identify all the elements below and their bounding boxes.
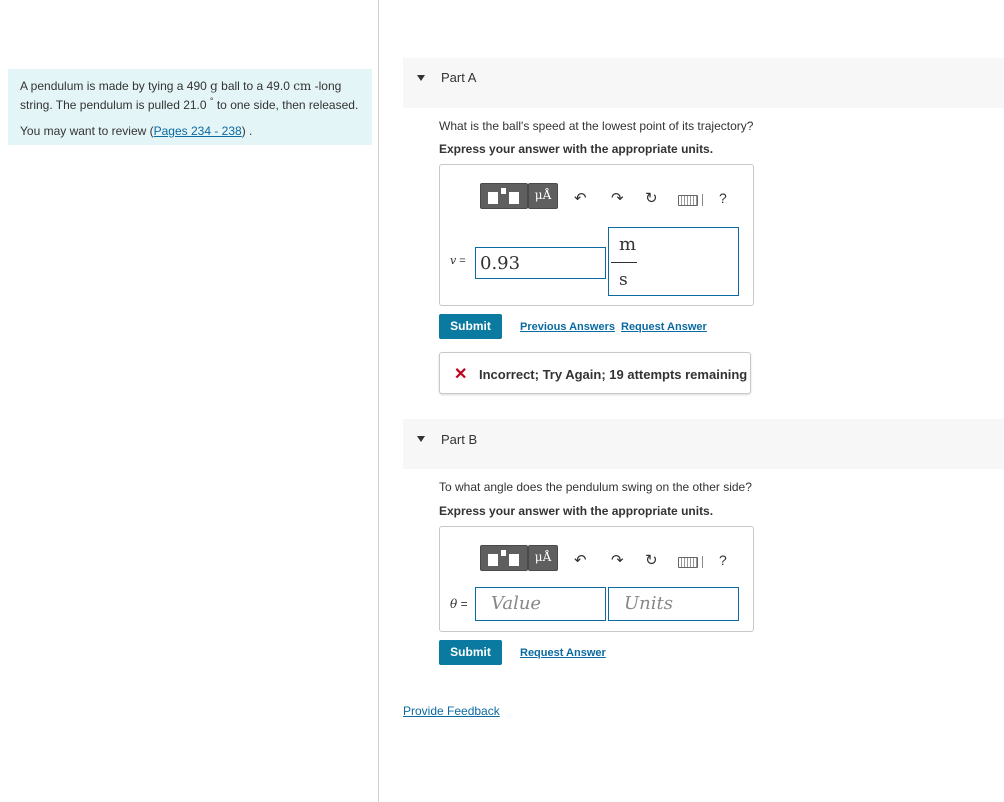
previous-answers-link[interactable]: Previous Answers [520,321,615,333]
unit-numerator: m [619,234,637,255]
redo-icon[interactable]: ↷ [611,553,624,569]
part-b-answer-box: μÅ ↶ ↷ ↻ ? θ = Value Units [439,526,754,632]
units-symbols-button[interactable]: μÅ [528,545,558,571]
template-small-icon [501,550,506,556]
collapse-triangle-icon[interactable] [417,75,425,81]
redo-icon[interactable]: ↷ [611,191,624,207]
keyboard-icon[interactable] [678,195,698,206]
part-b-submit-button[interactable]: Submit [439,640,502,665]
template-block-icon [488,554,498,566]
part-a-request-answer-link[interactable]: Request Answer [621,321,707,333]
variable-label: v = [450,254,466,267]
templates-button[interactable] [480,545,528,571]
part-b-header[interactable]: Part B [403,419,1004,469]
collapse-triangle-icon[interactable] [417,436,425,442]
part-a-answer-box: μÅ ↶ ↷ ↻ ? v = 0.93 m s [439,164,754,306]
reset-icon[interactable]: ↻ [645,553,658,569]
units-symbols-button[interactable]: μÅ [528,183,558,209]
template-block-icon [509,554,519,566]
part-b-request-answer-link[interactable]: Request Answer [520,647,606,659]
part-a-submit-button[interactable]: Submit [439,314,502,339]
part-b-label: Part B [441,432,478,447]
answer-units-input[interactable]: Units [608,587,739,621]
help-icon[interactable]: ? [719,552,727,568]
template-block-icon [488,192,498,204]
answer-value-input[interactable]: Value [475,587,606,621]
undo-icon[interactable]: ↶ [574,191,587,207]
unit-denominator: s [619,270,628,290]
part-a-instructions: Express your answer with the appropriate… [439,142,714,156]
provide-feedback-link[interactable]: Provide Feedback [403,704,500,718]
keyboard-icon[interactable] [678,557,698,568]
column-divider [378,0,379,802]
review-text: You may want to review (Pages 234 - 238)… [20,124,253,138]
problem-statement: A pendulum is made by tying a 490 g ball… [8,69,372,145]
toolbar-separator [702,194,703,206]
reset-icon[interactable]: ↻ [645,191,658,207]
problem-text: A pendulum is made by tying a 490 g ball… [20,79,359,112]
incorrect-x-icon: ✕ [454,366,468,383]
toolbar-separator [702,556,703,568]
answer-units-input[interactable]: m s [608,227,739,296]
help-icon[interactable]: ? [719,190,727,206]
template-small-icon [501,188,506,194]
feedback-message-box: ✕ Incorrect; Try Again; 19 attempts rema… [439,352,751,394]
part-b-instructions: Express your answer with the appropriate… [439,504,714,518]
fraction-bar [611,262,637,263]
templates-button[interactable] [480,183,528,209]
part-a-label: Part A [441,70,477,85]
feedback-message: Incorrect; Try Again; 19 attempts remain… [479,367,748,382]
template-block-icon [509,192,519,204]
answer-value-input[interactable]: 0.93 [475,247,606,279]
part-a-question: What is the ball's speed at the lowest p… [439,119,754,133]
part-b-question: To what angle does the pendulum swing on… [439,480,752,494]
variable-label: θ = [450,597,468,611]
review-pages-link[interactable]: Pages 234 - 238 [154,124,242,138]
part-a-header[interactable]: Part A [403,58,1004,108]
undo-icon[interactable]: ↶ [574,553,587,569]
